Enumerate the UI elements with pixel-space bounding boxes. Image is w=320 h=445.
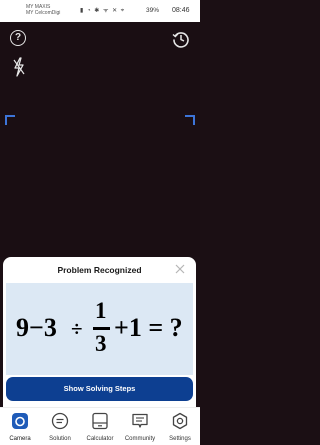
problem-recognized-card: Problem Recognized 9−3 ÷ 1 3 +1 = ? Show… [3, 257, 196, 407]
status-bar: MY MAXIS MY CelcomDigi ▮ ◔ ✱ ᯤ ✕ ⌖ 39% 0… [0, 0, 200, 22]
nav-label-solution: Solution [49, 436, 71, 442]
scan-frame-corner-top-right [185, 115, 195, 125]
recognized-problem-image: 9−3 ÷ 1 3 +1 = ? [6, 283, 193, 375]
nav-item-settings[interactable]: Settings [160, 408, 200, 445]
solution-icon [51, 412, 69, 430]
help-icon: ? [14, 32, 22, 43]
expression-lhs: 9−3 [16, 313, 57, 342]
nav-item-solution[interactable]: Solution [40, 408, 80, 445]
expression-rhs: +1 = ? [114, 313, 183, 342]
flash-off-icon[interactable] [13, 57, 25, 77]
fraction-bar [93, 327, 110, 330]
community-icon [132, 413, 148, 428]
help-button[interactable]: ? [10, 30, 26, 46]
battery-indicator: 39% [146, 7, 160, 14]
bottom-navigation: Camera Solution Calculator Community Set… [0, 407, 200, 445]
scan-frame-corner-top-left [5, 115, 15, 125]
carrier-info: MY MAXIS MY CelcomDigi [26, 4, 60, 16]
card-title: Problem Recognized [57, 265, 142, 275]
nav-label-camera: Camera [9, 436, 31, 442]
carrier-2: MY CelcomDigi [26, 10, 61, 16]
calculator-icon [92, 412, 108, 430]
status-clock: 08:46 [172, 7, 190, 14]
math-expression: 9−3 ÷ 1 3 +1 = ? [6, 283, 193, 375]
nav-label-settings: Settings [169, 436, 191, 442]
history-icon[interactable] [172, 30, 190, 48]
camera-viewfinder[interactable] [0, 22, 200, 257]
nav-label-calculator: Calculator [86, 436, 114, 442]
nav-item-calculator[interactable]: Calculator [80, 408, 120, 445]
show-solving-steps-button[interactable]: Show Solving Steps [6, 377, 193, 401]
signal-icons: ▮ ◔ ✱ ᯤ ✕ ⌖ [80, 8, 126, 14]
fraction-denominator: 3 [95, 331, 107, 356]
nav-label-community: Community [124, 436, 156, 442]
nav-item-community[interactable]: Community [120, 408, 160, 445]
fraction-numerator: 1 [95, 298, 107, 323]
settings-icon [172, 412, 188, 430]
camera-icon [12, 413, 28, 429]
nav-item-camera[interactable]: Camera [0, 408, 40, 445]
close-icon[interactable] [175, 264, 185, 274]
expression-division-sign: ÷ [71, 317, 83, 341]
